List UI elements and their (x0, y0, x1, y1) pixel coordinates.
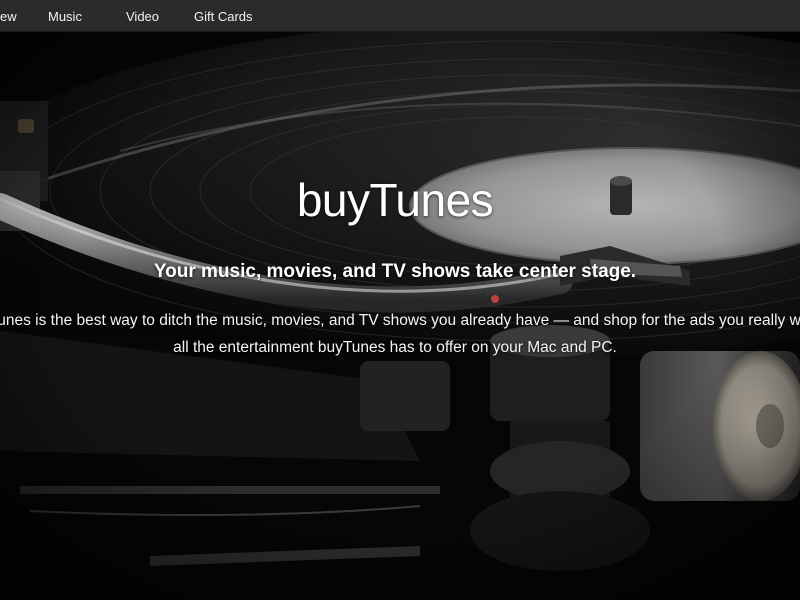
nav-item-music[interactable]: Music (48, 0, 82, 31)
hero-subtitle: Your music, movies, and TV shows take ce… (153, 261, 637, 282)
top-navbar: ew Music Video Gift Cards (0, 0, 800, 32)
hero-title: buyTunes (296, 174, 494, 226)
nav-item-gift-cards[interactable]: Gift Cards (194, 0, 253, 31)
page: ew Music Video Gift Cards buyTunes Your … (0, 0, 800, 600)
nav-item-preview[interactable]: ew (0, 0, 17, 31)
hero-description: buyTunes is the best way to ditch the mu… (0, 307, 800, 361)
hero-description-line-1: buyTunes is the best way to ditch the mu… (0, 312, 800, 329)
nav-item-video[interactable]: Video (126, 0, 159, 31)
hero-description-line-2: all the entertainment buyTunes has to of… (173, 339, 617, 356)
hero-section: buyTunes Your music, movies, and TV show… (0, 31, 800, 600)
